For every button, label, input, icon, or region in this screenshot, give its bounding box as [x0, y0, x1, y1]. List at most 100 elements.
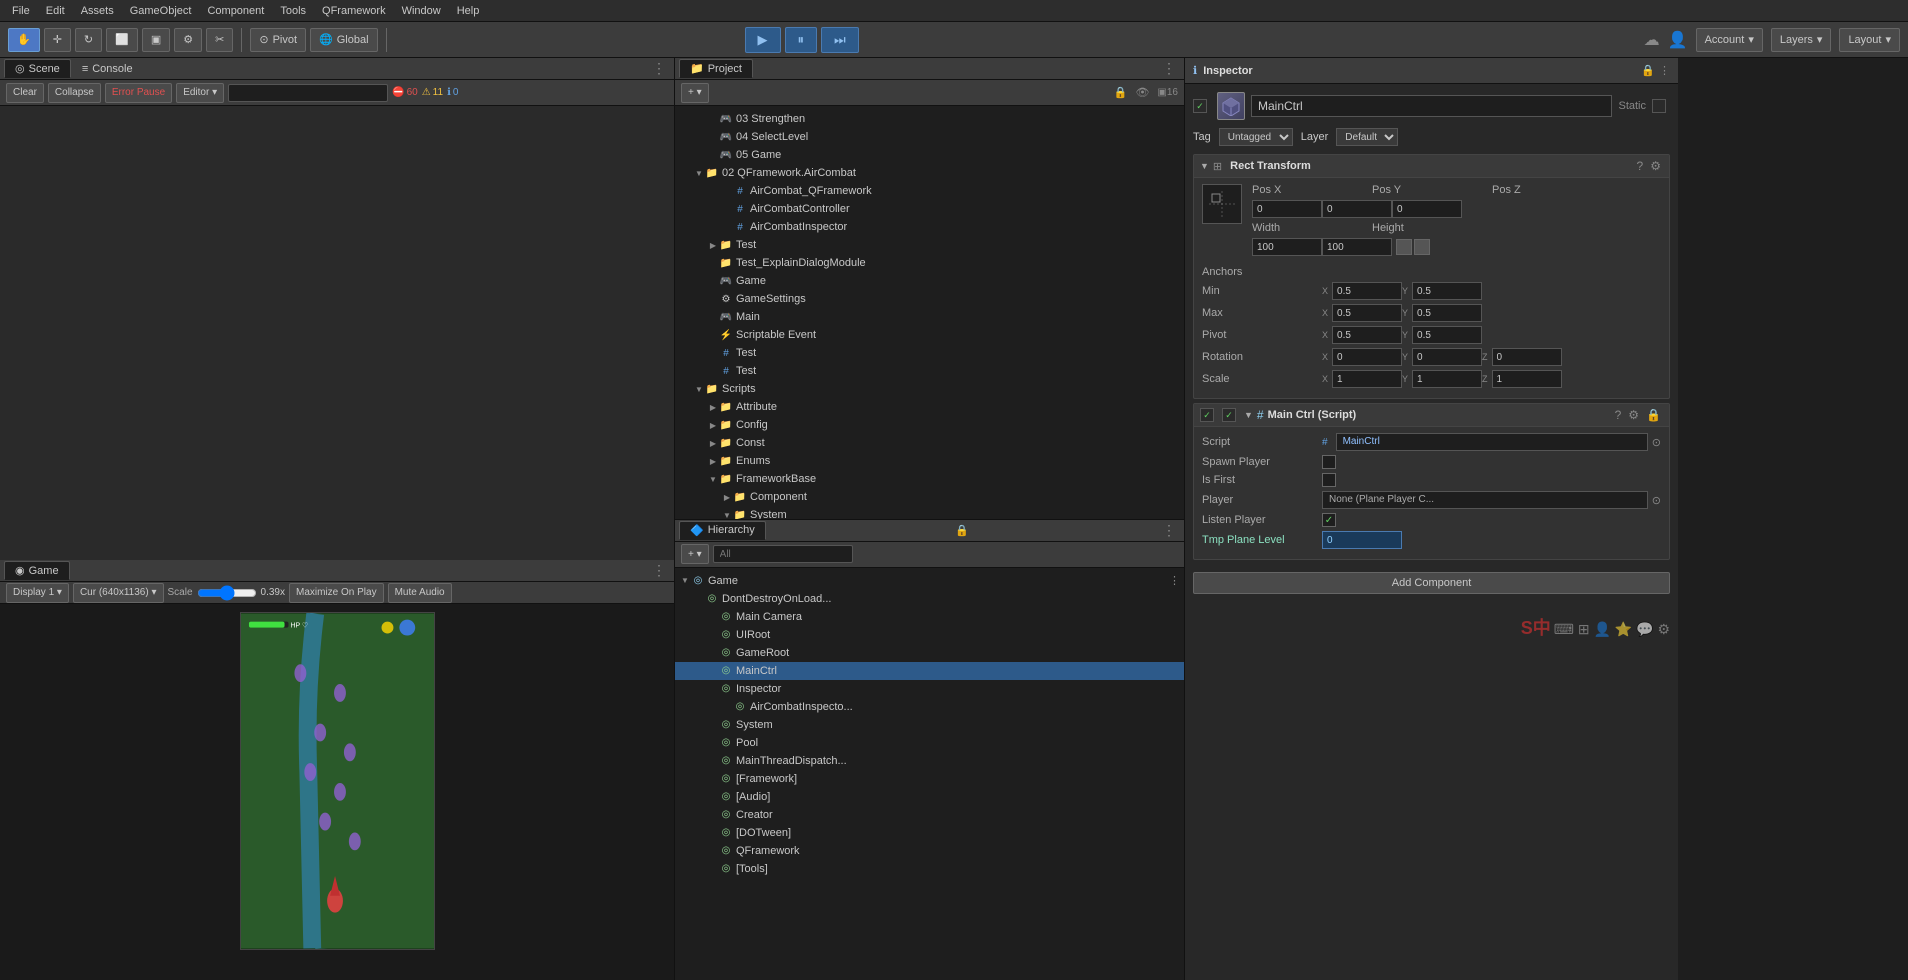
pivot-y-field[interactable]: [1412, 326, 1482, 344]
hierarchy-add-btn[interactable]: + ▾: [681, 544, 709, 564]
mute-btn[interactable]: Mute Audio: [388, 583, 452, 603]
tab-hierarchy[interactable]: 🔷 Hierarchy: [679, 521, 766, 540]
project-tree-item-game_settings[interactable]: ⚙GameSettings: [675, 290, 1184, 308]
account-dropdown[interactable]: Account ▾: [1696, 28, 1763, 52]
rotation-y-field[interactable]: [1412, 348, 1482, 366]
menu-assets[interactable]: Assets: [73, 3, 122, 19]
hierarchy-item-system_h[interactable]: ◎System: [675, 716, 1184, 734]
listen-player-checkbox[interactable]: [1322, 513, 1336, 527]
tag-dropdown[interactable]: Untagged: [1219, 128, 1293, 146]
layout-dropdown[interactable]: Layout ▾: [1839, 28, 1900, 52]
project-tree-item-test2[interactable]: #Test: [675, 362, 1184, 380]
hierarchy-lock-icon[interactable]: 🔒: [955, 524, 969, 537]
project-tree-item-scriptable[interactable]: ⚡Scriptable Event: [675, 326, 1184, 344]
static-checkbox[interactable]: [1652, 99, 1666, 113]
main-ctrl-settings-icon[interactable]: ⚙: [1626, 408, 1641, 422]
hierarchy-item-audio_h[interactable]: ◎[Audio]: [675, 788, 1184, 806]
hierarchy-item-pool_h[interactable]: ◎Pool: [675, 734, 1184, 752]
tool-move[interactable]: ✛: [44, 28, 71, 52]
step-btn[interactable]: ⏭: [821, 27, 859, 53]
spawn-player-checkbox[interactable]: [1322, 455, 1336, 469]
hierarchy-item-mainthreaddis[interactable]: ◎MainThreadDispatch...: [675, 752, 1184, 770]
player-target-icon[interactable]: ⊙: [1652, 494, 1661, 507]
main-ctrl-header[interactable]: ▼ # Main Ctrl (Script) ? ⚙ 🔒: [1194, 404, 1669, 427]
layers-dropdown[interactable]: Layers ▾: [1771, 28, 1832, 52]
main-ctrl-checkbox2[interactable]: [1222, 408, 1236, 422]
add-component-btn[interactable]: Add Component: [1193, 572, 1670, 594]
hierarchy-item-maincamera[interactable]: ◎Main Camera: [675, 608, 1184, 626]
rotation-z-field[interactable]: [1492, 348, 1562, 366]
console-search[interactable]: [228, 84, 388, 102]
project-tree-item-game_scene[interactable]: 🎮Game: [675, 272, 1184, 290]
hierarchy-item-uiroot[interactable]: ◎UIRoot: [675, 626, 1184, 644]
project-tree-item-attr[interactable]: ▶📁Attribute: [675, 398, 1184, 416]
anchor-preset-widget[interactable]: [1202, 184, 1242, 224]
tab-project[interactable]: 📁 Project: [679, 59, 753, 78]
object-enabled-checkbox[interactable]: [1193, 99, 1207, 113]
play-btn[interactable]: ▶: [745, 27, 781, 53]
scene-panel-menu[interactable]: ⋮: [648, 60, 670, 77]
project-add-btn[interactable]: + ▾: [681, 83, 709, 103]
error-pause-btn[interactable]: Error Pause: [105, 83, 172, 103]
menu-file[interactable]: File: [4, 3, 38, 19]
tab-game[interactable]: ◉ Game: [4, 561, 70, 580]
pivot-x-field[interactable]: [1332, 326, 1402, 344]
global-btn[interactable]: 🌐 Global: [310, 28, 378, 52]
menu-component[interactable]: Component: [199, 3, 272, 19]
hierarchy-item-dontdestr_h[interactable]: ◎DontDestroyOnLoad...: [675, 590, 1184, 608]
tool-rect[interactable]: ▣: [142, 28, 170, 52]
main-ctrl-help-icon[interactable]: ?: [1613, 408, 1624, 422]
collapse-btn[interactable]: Collapse: [48, 83, 101, 103]
hierarchy-item-game-root[interactable]: ▼◎Game⋮: [675, 572, 1184, 590]
anchors-max-x-field[interactable]: [1332, 304, 1402, 322]
tmp-plane-level-field[interactable]: [1322, 531, 1402, 549]
hierarchy-item-menu-icon[interactable]: ⋮: [1169, 574, 1180, 587]
menu-qframework[interactable]: QFramework: [314, 3, 394, 19]
project-tree-item-test1[interactable]: #Test: [675, 344, 1184, 362]
layer-dropdown[interactable]: Default: [1336, 128, 1398, 146]
menu-help[interactable]: Help: [449, 3, 488, 19]
script-ref-field[interactable]: MainCtrl: [1336, 433, 1648, 451]
player-ref-field[interactable]: None (Plane Player C...: [1322, 491, 1648, 509]
rect-transform-header[interactable]: ▼ ⊞ Rect Transform ? ⚙: [1194, 155, 1669, 178]
project-tree-item-qfw[interactable]: ▼📁02 QFramework.AirCombat: [675, 164, 1184, 182]
project-tree-item-aircombat_i[interactable]: #AirCombatInspector: [675, 218, 1184, 236]
lock-icon[interactable]: 🔒: [1114, 86, 1128, 99]
project-tree-item-aircombat_c[interactable]: #AirCombatController: [675, 200, 1184, 218]
project-tree-item-game05[interactable]: 🎮05 Game: [675, 146, 1184, 164]
hierarchy-item-tools_h[interactable]: ◎[Tools]: [675, 860, 1184, 878]
hierarchy-item-creator_h[interactable]: ◎Creator: [675, 806, 1184, 824]
tool-scale[interactable]: ⬜: [106, 28, 138, 52]
editor-btn[interactable]: Editor ▾: [176, 83, 224, 103]
scale-y-field[interactable]: [1412, 370, 1482, 388]
menu-gameobject[interactable]: GameObject: [122, 3, 200, 19]
script-target-icon[interactable]: ⊙: [1652, 436, 1661, 449]
tool-hand[interactable]: ✋: [8, 28, 40, 52]
project-tree-item-component[interactable]: ▶📁Component: [675, 488, 1184, 506]
scale-slider[interactable]: [197, 585, 257, 601]
menu-edit[interactable]: Edit: [38, 3, 73, 19]
pause-btn[interactable]: ⏸: [785, 27, 818, 53]
anchors-min-y-field[interactable]: [1412, 282, 1482, 300]
scale-z-field[interactable]: [1492, 370, 1562, 388]
rotation-x-field[interactable]: [1332, 348, 1402, 366]
inspector-menu[interactable]: ⋮: [1659, 64, 1670, 77]
tool-rotate[interactable]: ↻: [75, 28, 102, 52]
pos-z-field[interactable]: [1392, 200, 1462, 218]
tab-console[interactable]: ≡ Console: [71, 60, 144, 78]
rect-transform-help-icon[interactable]: ?: [1635, 159, 1646, 173]
hierarchy-item-aircombatinsp[interactable]: ◎AirCombatInspecto...: [675, 698, 1184, 716]
hierarchy-item-dotween_h[interactable]: ◎[DOTween]: [675, 824, 1184, 842]
main-ctrl-enabled-checkbox[interactable]: [1200, 408, 1214, 422]
pos-x-field[interactable]: [1252, 200, 1322, 218]
anchors-max-y-field[interactable]: [1412, 304, 1482, 322]
tool-transform[interactable]: ⚙: [174, 28, 202, 52]
project-tree-item-sel04[interactable]: 🎮04 SelectLevel: [675, 128, 1184, 146]
project-tree-item-system[interactable]: ▼📁System: [675, 506, 1184, 519]
project-tree-item-scripts[interactable]: ▼📁Scripts: [675, 380, 1184, 398]
maximize-btn[interactable]: Maximize On Play: [289, 583, 384, 603]
project-tree-item-aircombat_q[interactable]: #AirCombat_QFramework: [675, 182, 1184, 200]
is-first-checkbox[interactable]: [1322, 473, 1336, 487]
hierarchy-item-inspector_h[interactable]: ◎Inspector: [675, 680, 1184, 698]
project-tree-item-test[interactable]: ▶📁Test: [675, 236, 1184, 254]
